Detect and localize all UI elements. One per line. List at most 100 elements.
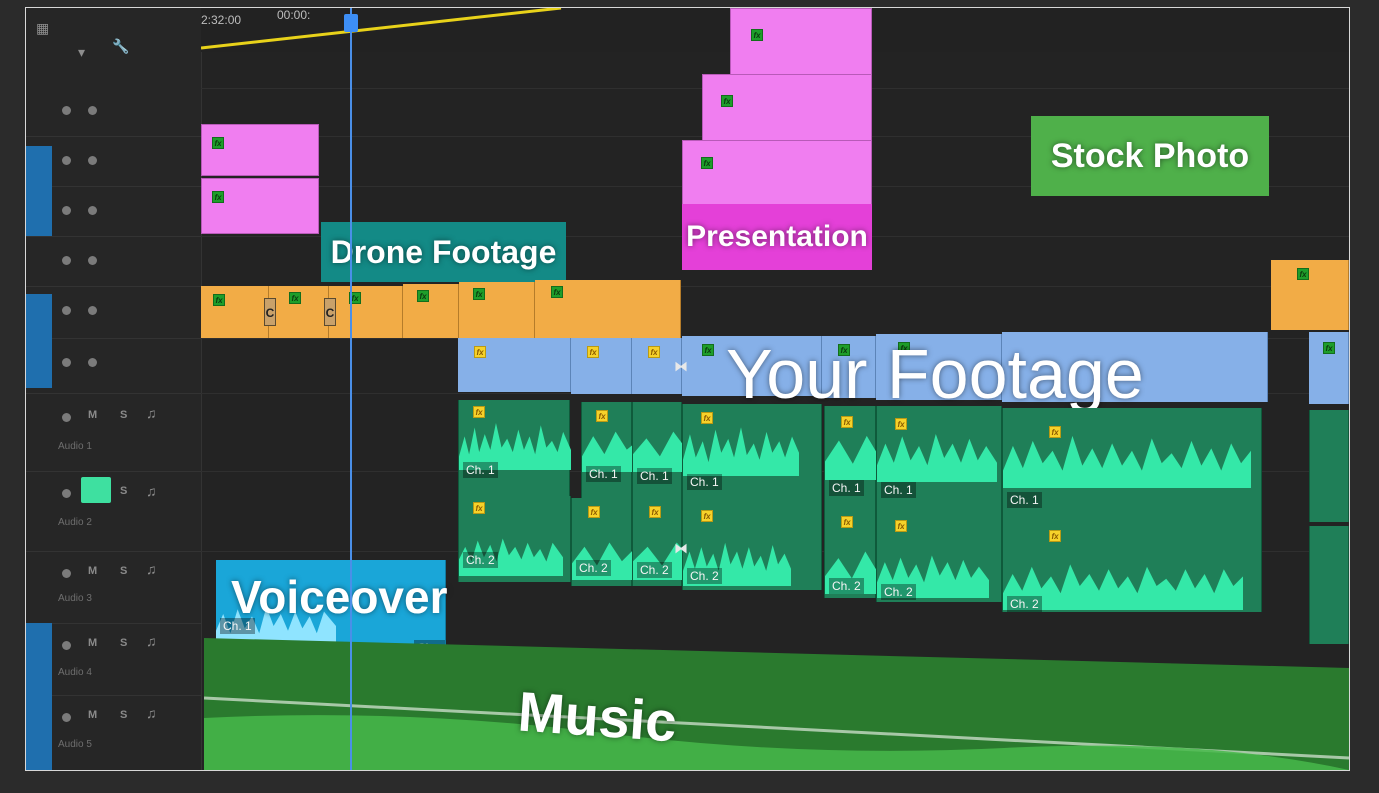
audio-waveform bbox=[877, 434, 997, 482]
channel-label: Ch. 2 bbox=[881, 584, 916, 600]
snap-icon[interactable]: ▦ bbox=[36, 20, 49, 37]
solo-button[interactable]: S bbox=[120, 709, 127, 721]
track-target[interactable] bbox=[26, 623, 52, 695]
video-clip[interactable]: fx bbox=[269, 286, 329, 338]
video-track-header-2 bbox=[26, 286, 201, 339]
audio-clip[interactable]: fx Ch. 2 bbox=[876, 506, 1002, 602]
track-target[interactable] bbox=[26, 338, 52, 388]
transition-icon[interactable]: ⧓ bbox=[674, 358, 688, 375]
marker-icon[interactable]: ▾ bbox=[78, 44, 85, 61]
mute-button[interactable]: M bbox=[88, 409, 97, 421]
audio-clip[interactable]: fx Ch. 2 bbox=[458, 496, 571, 582]
video-clip[interactable]: fx bbox=[201, 124, 319, 176]
sync-lock-icon[interactable] bbox=[62, 156, 71, 165]
presentation-label-text: Presentation bbox=[686, 220, 868, 253]
track-target[interactable] bbox=[26, 186, 52, 236]
solo-button[interactable]: S bbox=[120, 409, 127, 421]
wrench-icon[interactable]: 🔧 bbox=[112, 38, 129, 55]
solo-button[interactable]: S bbox=[120, 637, 127, 649]
fx-badge: fx bbox=[721, 95, 733, 107]
video-clip[interactable]: fx bbox=[459, 282, 535, 338]
sync-lock-icon[interactable] bbox=[62, 413, 71, 422]
timeline-panel: ▦ ▾ 🔧 M S ♫ Audio 1 S ♫ Audio 2 M S ♫ Au… bbox=[25, 7, 1350, 771]
channel-label: Ch. 1 bbox=[829, 480, 864, 496]
fx-badge: fx bbox=[895, 520, 907, 532]
playhead[interactable] bbox=[350, 8, 352, 770]
mute-button-active[interactable] bbox=[81, 477, 111, 503]
eye-icon[interactable] bbox=[88, 156, 97, 165]
eye-icon[interactable] bbox=[88, 106, 97, 115]
microphone-icon[interactable]: ♫ bbox=[146, 705, 157, 721]
video-clip[interactable]: fx bbox=[535, 280, 681, 338]
microphone-icon[interactable]: ♫ bbox=[146, 633, 157, 649]
video-clip[interactable]: fx bbox=[458, 338, 571, 392]
audio-clip[interactable]: fx Ch. 2 bbox=[682, 500, 822, 590]
channel-label: Ch. 2 bbox=[1007, 596, 1042, 612]
audio-clip[interactable]: fx Ch. 1 bbox=[581, 402, 694, 498]
channel-label: Ch. 1 bbox=[463, 462, 498, 478]
sync-lock-icon[interactable] bbox=[62, 106, 71, 115]
sync-lock-icon[interactable] bbox=[62, 256, 71, 265]
video-clip[interactable]: fx bbox=[571, 338, 632, 394]
cross-dissolve-marker[interactable]: C bbox=[264, 298, 276, 326]
presentation-label[interactable]: Presentation bbox=[682, 204, 872, 270]
channel-label: Ch. 1 bbox=[586, 466, 621, 482]
audio-clip[interactable]: fx Ch. 2 bbox=[571, 498, 676, 586]
audio-clip[interactable]: fx Ch. 1 bbox=[458, 400, 571, 496]
video-clip[interactable]: fx bbox=[1271, 260, 1349, 330]
fx-badge: fx bbox=[841, 516, 853, 528]
sync-lock-icon[interactable] bbox=[62, 206, 71, 215]
work-area-bar[interactable] bbox=[201, 8, 621, 68]
track-target[interactable] bbox=[26, 695, 52, 770]
audio-clip[interactable]: fx Ch. 1 bbox=[876, 406, 1002, 506]
video-clip[interactable]: fx bbox=[403, 284, 459, 338]
video-clip[interactable]: fx bbox=[702, 74, 872, 148]
video-clip[interactable]: fx bbox=[730, 8, 872, 82]
eye-icon[interactable] bbox=[88, 206, 97, 215]
eye-icon[interactable] bbox=[88, 306, 97, 315]
audio-clip[interactable] bbox=[1309, 410, 1349, 522]
drone-footage-label[interactable]: Drone Footage bbox=[321, 222, 566, 282]
audio-clip[interactable]: fx Ch. 2 bbox=[1002, 512, 1262, 612]
mute-button[interactable]: M bbox=[88, 637, 97, 649]
audio-clip[interactable] bbox=[1309, 526, 1349, 644]
music-clip[interactable] bbox=[204, 638, 1349, 770]
eye-icon[interactable] bbox=[88, 358, 97, 367]
audio-clip[interactable]: fx Ch. 1 bbox=[1002, 408, 1262, 512]
audio-clip[interactable]: fx Ch. 2 bbox=[824, 504, 937, 598]
sync-lock-icon[interactable] bbox=[62, 489, 71, 498]
eye-icon[interactable] bbox=[88, 256, 97, 265]
mute-button[interactable]: M bbox=[88, 709, 97, 721]
track-target[interactable] bbox=[26, 294, 52, 338]
sync-lock-icon[interactable] bbox=[62, 569, 71, 578]
sync-lock-icon[interactable] bbox=[62, 306, 71, 315]
audio-clip[interactable]: fx Ch. 1 bbox=[682, 404, 822, 500]
stock-photo-label[interactable]: Stock Photo bbox=[1031, 116, 1269, 196]
video-clip[interactable]: fx bbox=[1309, 332, 1349, 404]
fx-badge: fx bbox=[841, 416, 853, 428]
video-clip[interactable]: fx bbox=[201, 178, 319, 234]
video-clip[interactable]: fx bbox=[682, 140, 872, 212]
solo-button[interactable]: S bbox=[120, 485, 127, 497]
fx-badge: fx bbox=[473, 288, 485, 300]
fx-badge: fx bbox=[701, 412, 713, 424]
sync-lock-icon[interactable] bbox=[62, 713, 71, 722]
video-clip[interactable]: fx bbox=[329, 286, 403, 338]
solo-button[interactable]: S bbox=[120, 565, 127, 577]
microphone-icon[interactable]: ♫ bbox=[146, 483, 157, 499]
sync-lock-icon[interactable] bbox=[62, 641, 71, 650]
microphone-icon[interactable]: ♫ bbox=[146, 405, 157, 421]
microphone-icon[interactable]: ♫ bbox=[146, 561, 157, 577]
playhead-handle[interactable] bbox=[344, 14, 358, 32]
cross-dissolve-marker[interactable]: C bbox=[324, 298, 336, 326]
fx-badge: fx bbox=[587, 346, 599, 358]
sync-lock-icon[interactable] bbox=[62, 358, 71, 367]
video-clip[interactable]: fx bbox=[201, 286, 269, 338]
track-target[interactable] bbox=[26, 146, 52, 191]
channel-label: Ch. 1 bbox=[1007, 492, 1042, 508]
transition-icon[interactable]: ⧓ bbox=[674, 540, 688, 557]
audio-waveform bbox=[1003, 435, 1251, 488]
audio-clip[interactable]: fx Ch. 1 bbox=[824, 406, 941, 504]
mute-button[interactable]: M bbox=[88, 565, 97, 577]
audio-clip[interactable]: Ch. 1 bbox=[632, 402, 745, 498]
